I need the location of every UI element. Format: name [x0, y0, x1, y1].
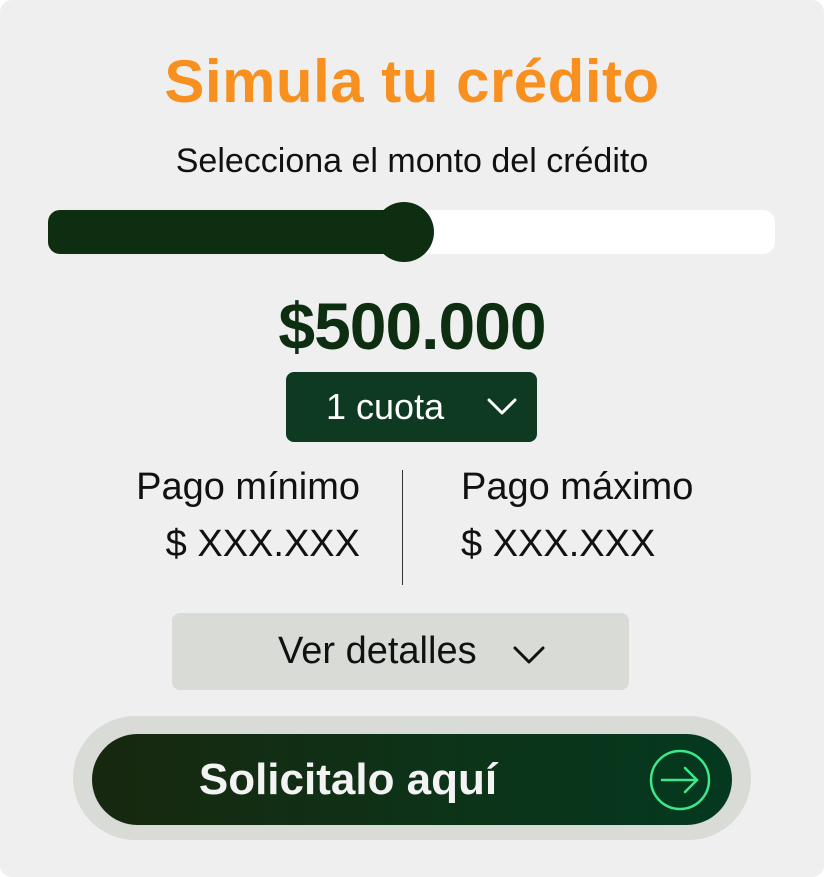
maximum-payment-value: $ XXX.XXX	[461, 523, 656, 565]
view-details-button[interactable]: Ver detalles	[172, 613, 629, 690]
minimum-payment-label: Pago mínimo	[136, 466, 360, 508]
slider-thumb[interactable]	[374, 202, 434, 262]
credit-simulator-card: Simula tu crédito Selecciona el monto de…	[0, 0, 824, 877]
amount-slider-label: Selecciona el monto del crédito	[175, 142, 649, 180]
chevron-down-icon	[487, 398, 517, 415]
minimum-payment: Pago mínimo $ XXX.XXX	[100, 462, 360, 569]
selected-amount: $500.000	[278, 289, 546, 363]
chevron-down-icon	[513, 646, 545, 664]
installments-selected-value: 1 cuota	[326, 386, 445, 427]
apply-button[interactable]: Solicitalo aquí	[92, 734, 732, 825]
minimum-payment-value: $ XXX.XXX	[165, 523, 360, 565]
payments-divider	[402, 470, 403, 585]
arrow-right-circle-icon	[649, 749, 711, 811]
maximum-payment-label: Pago máximo	[461, 466, 694, 508]
apply-button-label: Solicitalo aquí	[198, 755, 498, 804]
slider-fill	[48, 210, 420, 254]
maximum-payment: Pago máximo $ XXX.XXX	[461, 462, 761, 569]
installments-select[interactable]: 1 cuota	[286, 372, 537, 442]
page-title: Simula tu crédito	[164, 48, 660, 115]
view-details-label: Ver detalles	[278, 630, 477, 672]
amount-slider[interactable]	[48, 202, 775, 262]
